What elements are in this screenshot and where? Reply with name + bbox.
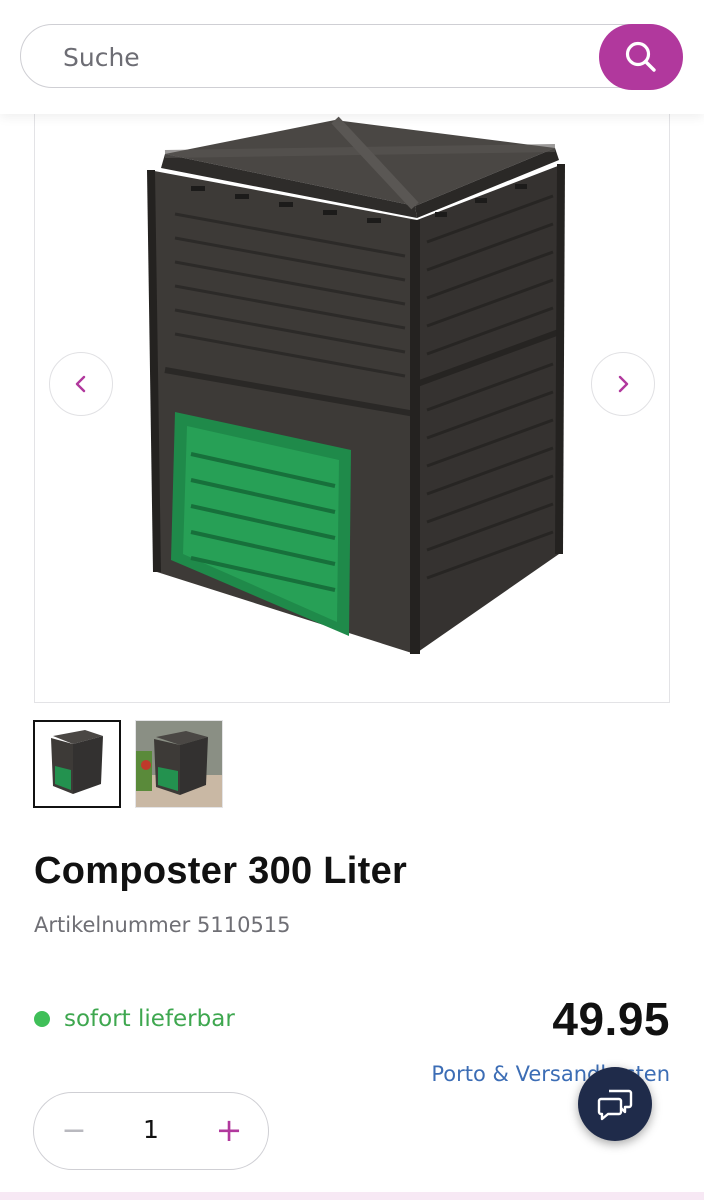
search-button[interactable] <box>599 24 683 90</box>
product-sku: Artikelnummer 5110515 <box>34 913 291 937</box>
product-gallery <box>34 114 670 703</box>
decrease-quantity-button[interactable]: − <box>56 1111 92 1149</box>
chevron-right-icon <box>618 375 629 393</box>
thumbnail-image <box>136 721 222 807</box>
chat-button[interactable] <box>578 1067 652 1141</box>
thumbnail-image <box>51 730 103 794</box>
availability-label: sofort lieferbar <box>64 1006 235 1032</box>
product-image[interactable] <box>135 114 575 674</box>
product-price: 49.95 <box>552 993 670 1045</box>
increase-quantity-button[interactable]: + <box>210 1111 248 1149</box>
product-title: Composter 300 Liter <box>34 850 408 892</box>
thumbnail-1[interactable] <box>33 720 121 808</box>
chevron-left-icon <box>75 375 86 393</box>
thumbnail-2[interactable] <box>135 720 223 808</box>
search-input[interactable] <box>61 39 585 75</box>
gallery-prev-button[interactable] <box>49 352 113 416</box>
bottom-strip <box>0 1192 704 1200</box>
status-dot <box>34 1011 50 1027</box>
search-box[interactable] <box>20 24 680 88</box>
search-icon <box>625 41 656 72</box>
gallery-next-button[interactable] <box>591 352 655 416</box>
quantity-stepper: − 1 + <box>33 1092 269 1170</box>
chat-icon <box>597 1089 633 1121</box>
header <box>0 0 704 114</box>
quantity-value[interactable]: 1 <box>124 1115 178 1144</box>
availability: sofort lieferbar <box>34 1006 235 1032</box>
